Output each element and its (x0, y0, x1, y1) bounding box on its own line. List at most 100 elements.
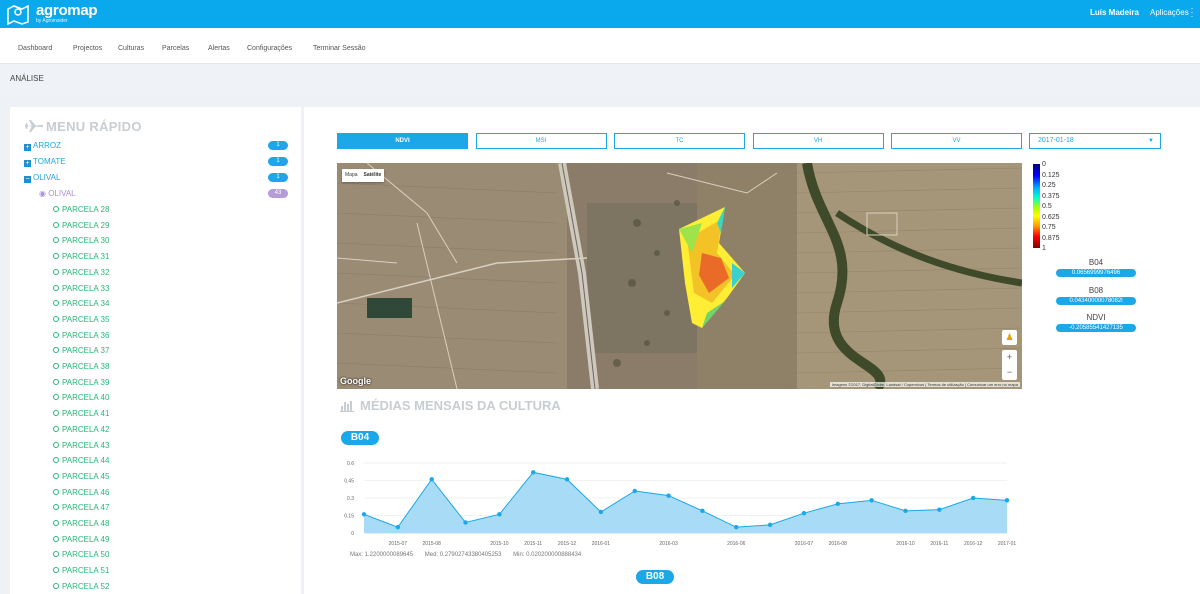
crop-olival[interactable]: − OLIVAL (24, 173, 60, 183)
sub-crop-olival[interactable]: ◉ OLIVAL (39, 189, 76, 198)
zoom-in-button[interactable]: + (1002, 350, 1017, 365)
b04-point[interactable] (666, 493, 671, 498)
parcel-item[interactable]: PARCELA 45 (53, 472, 109, 481)
top-bar: agromap by Agroinsider Luís Madeira Apli… (0, 0, 1200, 28)
nav-projectos[interactable]: Projectos (73, 45, 102, 52)
parcel-item[interactable]: PARCELA 50 (53, 550, 109, 559)
x-tick-label: 2016-12 (964, 541, 983, 547)
nav-configuraes[interactable]: Configurações (247, 45, 292, 52)
minus-square-icon[interactable]: − (24, 176, 31, 183)
crop-tomate[interactable]: + TOMATE (24, 157, 66, 167)
parcel-item[interactable]: PARCELA 49 (53, 535, 109, 544)
b04-point[interactable] (970, 495, 976, 501)
parcel-item[interactable]: PARCELA 29 (53, 221, 109, 230)
bar-chart-icon (340, 401, 354, 412)
zoom-out-button[interactable]: − (1002, 365, 1017, 380)
tab-tc[interactable]: TC (614, 133, 745, 149)
parcel-item[interactable]: PARCELA 41 (53, 409, 109, 418)
parcel-item[interactable]: PARCELA 51 (53, 566, 109, 575)
stat-max: Max: 1.2200000089645 (350, 552, 414, 558)
b04-point[interactable] (361, 512, 367, 517)
legend-tick: 0.75 (1042, 224, 1056, 231)
parcel-item[interactable]: PARCELA 28 (53, 205, 109, 214)
satellite-map[interactable]: Mapa Satélite Google Imagens ©2017, Digit… (337, 163, 1022, 389)
x-tick-label: 2015-08 (423, 541, 442, 547)
parcel-item[interactable]: PARCELA 39 (53, 378, 109, 387)
b04-point[interactable] (1004, 498, 1010, 503)
b04-point[interactable] (429, 477, 434, 482)
date-select[interactable]: 2017-01-18 ▼ (1029, 133, 1161, 149)
tab-vh[interactable]: VH (752, 133, 884, 149)
parcel-item[interactable]: PARCELA 31 (53, 252, 109, 261)
parcel-item[interactable]: PARCELA 46 (53, 488, 109, 497)
circle-icon (53, 315, 59, 322)
nav-alertas[interactable]: Alertas (208, 45, 230, 52)
parcel-item[interactable]: PARCELA 42 (53, 425, 109, 434)
parcel-item[interactable]: PARCELA 47 (53, 503, 109, 512)
value-pill-b04: 0.0656999976496 (1056, 269, 1136, 277)
apps-menu[interactable]: Aplicações (1150, 8, 1189, 17)
b04-point[interactable] (835, 501, 840, 507)
nav-terminarsesso[interactable]: Terminar Sessão (313, 45, 366, 52)
b04-point[interactable] (395, 524, 401, 530)
circle-icon (53, 268, 59, 275)
map-type-satellite[interactable]: Satélite (361, 172, 385, 178)
parcel-item[interactable]: PARCELA 48 (53, 519, 109, 528)
parcel-item[interactable]: PARCELA 33 (53, 284, 109, 293)
nav-parcelas[interactable]: Parcelas (162, 45, 189, 52)
chevron-down-icon: ▼ (1148, 138, 1154, 144)
crop-arroz[interactable]: + ARROZ (24, 141, 61, 151)
circle-icon (53, 551, 59, 558)
parcel-item[interactable]: PARCELA 38 (53, 362, 109, 371)
circle-icon (53, 582, 59, 589)
parcel-item[interactable]: PARCELA 30 (53, 236, 109, 245)
brand-name[interactable]: agromap (36, 2, 98, 19)
parcel-item[interactable]: PARCELA 35 (53, 315, 109, 324)
street-view-pegman-icon[interactable]: ♟ (1002, 330, 1017, 345)
b04-point[interactable] (632, 488, 637, 494)
tab-ndvi[interactable]: NDVI (337, 133, 468, 149)
circle-icon (53, 237, 59, 244)
b04-point[interactable] (531, 470, 536, 475)
parcel-item[interactable]: PARCELA 52 (53, 582, 109, 591)
parcel-item[interactable]: PARCELA 36 (53, 331, 109, 340)
b04-point[interactable] (463, 520, 468, 525)
y-tick-label: 0.6 (347, 461, 354, 467)
b04-point[interactable] (734, 524, 739, 530)
parcel-item[interactable]: PARCELA 32 (53, 268, 109, 277)
map-logo-icon[interactable] (6, 3, 30, 25)
circle-icon (53, 300, 59, 307)
circle-icon (53, 441, 59, 448)
parcel-item[interactable]: PARCELA 43 (53, 441, 109, 450)
parcel-item[interactable]: PARCELA 34 (53, 299, 109, 308)
b04-point[interactable] (767, 522, 773, 528)
map-type-control: Mapa Satélite (342, 169, 385, 182)
b04-point[interactable] (700, 508, 705, 514)
circle-icon (53, 567, 59, 574)
user-name[interactable]: Luís Madeira (1090, 8, 1139, 17)
plus-square-icon[interactable]: + (24, 144, 31, 151)
tab-msi[interactable]: MSI (475, 133, 607, 149)
b04-point[interactable] (903, 508, 908, 514)
x-tick-label: 2016-01 (592, 541, 611, 547)
b04-point[interactable] (869, 498, 874, 503)
tab-vv[interactable]: VV (891, 133, 1022, 149)
b04-point[interactable] (801, 510, 807, 516)
legend-tick: 1 (1042, 245, 1046, 252)
parcel-item[interactable]: PARCELA 40 (53, 393, 109, 402)
x-tick-label: 2016-08 (829, 541, 848, 547)
map-type-map[interactable]: Mapa (342, 172, 361, 178)
b04-point[interactable] (598, 509, 604, 515)
more-vertical-icon[interactable]: · · · (1190, 4, 1194, 21)
b04-point[interactable] (497, 512, 502, 517)
map-attribution[interactable]: Imagens ©2017, DigitalGlobe, Landsat / C… (829, 382, 1020, 387)
nav-culturas[interactable]: Culturas (118, 45, 144, 52)
nav-dashboard[interactable]: Dashboard (18, 45, 52, 52)
series-pill-b08[interactable]: B08 (636, 570, 674, 584)
parcel-item[interactable]: PARCELA 37 (53, 346, 109, 355)
b04-point[interactable] (937, 507, 942, 512)
series-pill-b04[interactable]: B04 (341, 431, 379, 445)
b04-point[interactable] (564, 477, 570, 482)
parcel-item[interactable]: PARCELA 44 (53, 456, 109, 465)
plus-square-icon[interactable]: + (24, 160, 31, 167)
